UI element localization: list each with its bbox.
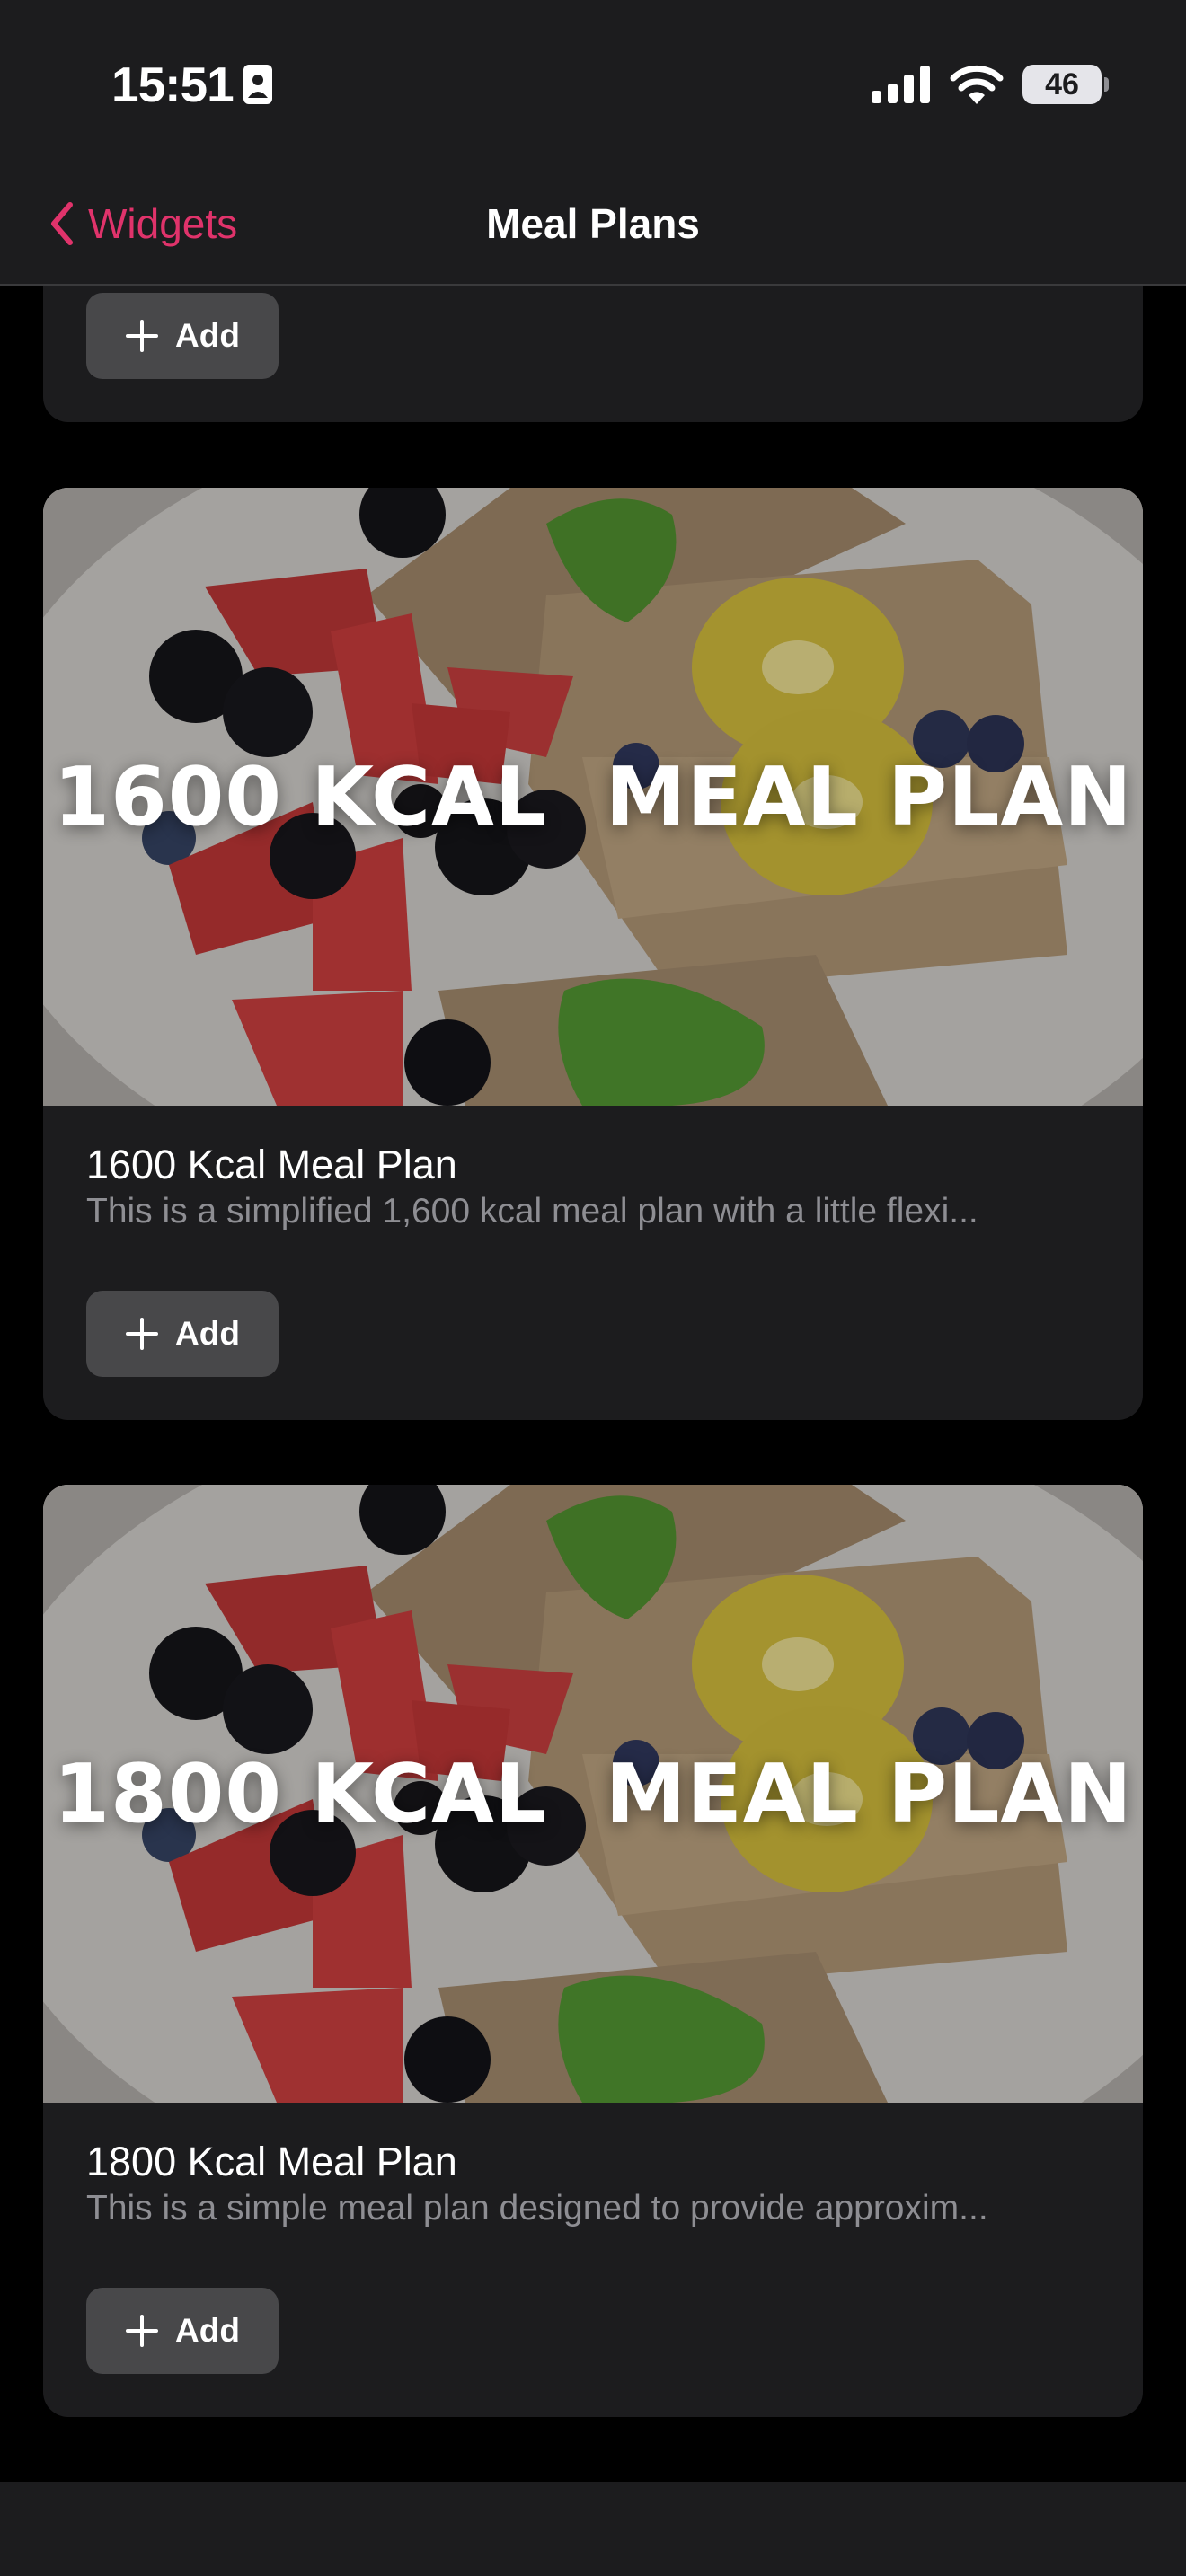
status-time: 15:51 — [111, 57, 235, 112]
bottom-bar — [0, 2482, 1186, 2576]
meal-plan-card[interactable]: 1600 KCAL MEAL PLAN 1600 Kcal Meal Plan … — [43, 488, 1143, 1420]
meal-plan-description: This is a simple meal plan designed to p… — [86, 2189, 988, 2228]
status-indicators: 46 — [872, 65, 1109, 104]
meal-plans-screen: 15:51 46 Widgets Meal Plans Add 1600 KCA… — [0, 0, 1186, 2576]
meal-plan-title: 1600 Kcal Meal Plan — [86, 1142, 457, 1187]
battery-level: 46 — [1045, 66, 1079, 101]
status-time-group: 15:51 — [111, 56, 273, 113]
meal-plan-banner-image: 1800 KCAL MEAL PLAN — [43, 1485, 1143, 2103]
add-button-label: Add — [175, 317, 240, 354]
plus-icon — [126, 320, 159, 352]
meal-plan-list[interactable]: Add 1600 KCAL MEAL PLAN 1600 Kcal Meal P… — [0, 286, 1186, 2482]
add-button-label: Add — [175, 1315, 240, 1352]
top-bar: 15:51 46 Widgets Meal Plans — [0, 0, 1186, 286]
plus-icon — [126, 1318, 159, 1350]
meal-plan-card[interactable]: 1800 KCAL MEAL PLAN 1800 Kcal Meal Plan … — [43, 1485, 1143, 2417]
meal-plan-banner-text: 1800 KCAL MEAL PLAN — [53, 1746, 1133, 1841]
cellular-signal-icon — [872, 66, 930, 103]
meal-plan-banner-text: 1600 KCAL MEAL PLAN — [53, 749, 1133, 844]
meal-plan-card-partial: Add — [43, 286, 1143, 422]
plus-icon — [126, 2315, 159, 2347]
battery-icon: 46 — [1022, 65, 1109, 104]
page-title: Meal Plans — [486, 200, 700, 247]
meal-plan-title: 1800 Kcal Meal Plan — [86, 2139, 457, 2184]
add-button[interactable]: Add — [86, 293, 279, 379]
meal-plan-description: This is a simplified 1,600 kcal meal pla… — [86, 1192, 978, 1231]
meal-plan-banner-image: 1600 KCAL MEAL PLAN — [43, 488, 1143, 1106]
add-button-label: Add — [175, 2312, 240, 2349]
add-button[interactable]: Add — [86, 2288, 279, 2374]
id-card-icon — [243, 65, 272, 104]
add-button[interactable]: Add — [86, 1291, 279, 1377]
wifi-icon — [950, 65, 1004, 104]
